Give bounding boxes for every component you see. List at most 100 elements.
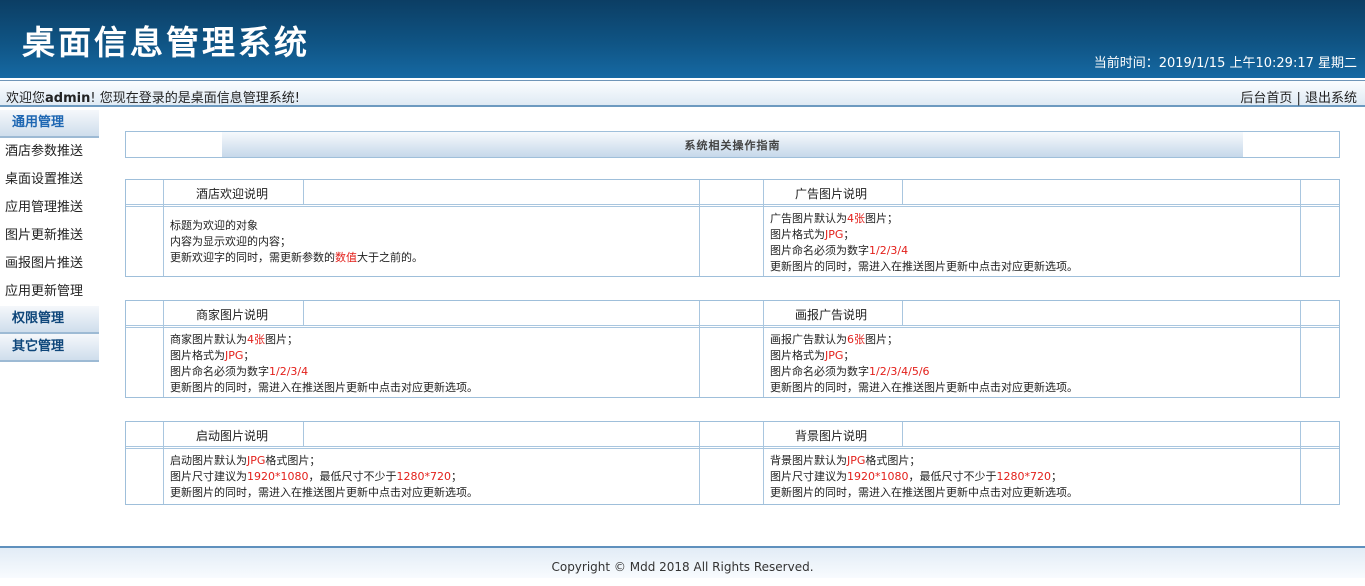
guide-line: 图片格式为JPG； bbox=[770, 227, 1078, 243]
guide-text: 图片命名必须为数字 bbox=[770, 365, 869, 378]
highlight-value: 1280*720 bbox=[996, 470, 1052, 483]
guide-text: ； bbox=[843, 228, 855, 241]
highlight-value: 4张 bbox=[847, 212, 865, 225]
guide-title-box: 系统相关操作指南 bbox=[125, 131, 1340, 158]
highlight-value: 1280*720 bbox=[396, 470, 452, 483]
guide-text: 大于之前的。 bbox=[357, 251, 423, 264]
guide-line: 更新图片的同时，需进入在推送图片更新中点击对应更新选项。 bbox=[770, 380, 1078, 396]
guide-line: 图片格式为JPG； bbox=[170, 348, 478, 364]
highlight-value: JPG bbox=[847, 454, 866, 467]
guide-line: 图片命名必须为数字1/2/3/4 bbox=[170, 364, 478, 380]
username: admin bbox=[45, 91, 91, 106]
guide-text: 图片尺寸建议为 bbox=[770, 470, 847, 483]
guide-text: 商家图片默认为 bbox=[170, 333, 247, 346]
guide-text: 图片； bbox=[265, 333, 298, 346]
welcome-suffix: ! 您现在登录的是桌面信息管理系统! bbox=[90, 91, 300, 106]
guide-text: 图片格式为 bbox=[770, 349, 825, 362]
panel-title-right: 广告图片说明 bbox=[795, 187, 868, 201]
guide-text: 画报广告默认为 bbox=[770, 333, 847, 346]
guide-text: 图片尺寸建议为 bbox=[170, 470, 247, 483]
panel-title-right: 画报广告说明 bbox=[795, 308, 868, 322]
guide-text: 更新图片的同时，需进入在推送图片更新中点击对应更新选项。 bbox=[170, 486, 478, 499]
guide-line: 图片尺寸建议为1920*1080，最低尺寸不少于1280*720； bbox=[770, 469, 1078, 485]
highlight-value: 1/2/3/4 bbox=[869, 244, 909, 257]
sidebar-group-general[interactable]: 通用管理 bbox=[0, 110, 99, 138]
guide-text: 启动图片默认为 bbox=[170, 454, 247, 467]
guide-line: 更新图片的同时，需进入在推送图片更新中点击对应更新选项。 bbox=[170, 485, 478, 501]
guide-text: ； bbox=[1051, 470, 1062, 483]
welcome-bar: 欢迎您admin! 您现在登录的是桌面信息管理系统! 后台首页 | 退出系统 bbox=[0, 80, 1365, 107]
panel-title-left: 商家图片说明 bbox=[196, 308, 269, 322]
panel-title-right: 背景图片说明 bbox=[795, 429, 868, 443]
highlight-value: JPG bbox=[247, 454, 266, 467]
panel-body-left: 商家图片默认为4张图片； 图片格式为JPG； 图片命名必须为数字1/2/3/4 更新图… bbox=[170, 332, 478, 396]
highlight-value: 1/2/3/4 bbox=[269, 365, 309, 378]
guide-line: 图片尺寸建议为1920*1080，最低尺寸不少于1280*720； bbox=[170, 469, 478, 485]
guide-text: 更新图片的同时，需进入在推送图片更新中点击对应更新选项。 bbox=[770, 486, 1078, 499]
guide-panel: 酒店欢迎说明 广告图片说明 标题为欢迎的对象 内容为显示欢迎的内容； 更新欢迎字的同… bbox=[125, 179, 1340, 277]
guide-line: 商家图片默认为4张图片； bbox=[170, 332, 478, 348]
welcome-prefix: 欢迎您 bbox=[6, 91, 46, 106]
guide-text: 图片； bbox=[865, 212, 898, 225]
header-banner: 桌面信息管理系统 当前时间：2019/1/15 上午10:29:17 星期二 bbox=[0, 0, 1365, 78]
app-title: 桌面信息管理系统 bbox=[22, 23, 310, 62]
guide-text: ； bbox=[843, 349, 855, 362]
guide-text: ，最低尺寸不少于 bbox=[308, 470, 397, 483]
guide-text: 格式图片； bbox=[265, 454, 321, 467]
guide-text: 图片命名必须为数字 bbox=[770, 244, 869, 257]
guide-text: 广告图片默认为 bbox=[770, 212, 847, 225]
sidebar-item-app-management[interactable]: 应用管理推送 bbox=[0, 194, 99, 222]
highlight-value: JPG bbox=[825, 349, 844, 362]
guide-text: 图片命名必须为数字 bbox=[170, 365, 269, 378]
guide-text: 内容为显示欢迎的内容； bbox=[170, 235, 291, 248]
guide-text: ； bbox=[243, 349, 255, 362]
panel-body-right: 广告图片默认为4张图片； 图片格式为JPG； 图片命名必须为数字1/2/3/4 更新图… bbox=[770, 211, 1078, 275]
sidebar-item-app-update[interactable]: 应用更新管理 bbox=[0, 278, 99, 306]
guide-text: ，最低尺寸不少于 bbox=[908, 470, 997, 483]
guide-line: 图片命名必须为数字1/2/3/4/5/6 bbox=[770, 364, 1078, 380]
highlight-value: JPG bbox=[825, 228, 844, 241]
guide-line: 更新图片的同时，需进入在推送图片更新中点击对应更新选项。 bbox=[770, 259, 1078, 275]
highlight-value: 数值 bbox=[335, 251, 357, 264]
guide-line: 更新图片的同时，需进入在推送图片更新中点击对应更新选项。 bbox=[770, 485, 1078, 501]
guide-line: 标题为欢迎的对象 bbox=[170, 218, 423, 234]
highlight-value: 6张 bbox=[847, 333, 865, 346]
guide-text: 背景图片默认为 bbox=[770, 454, 847, 467]
highlight-value: 4张 bbox=[247, 333, 265, 346]
guide-line: 图片命名必须为数字1/2/3/4 bbox=[770, 243, 1078, 259]
home-link[interactable]: 后台首页 bbox=[1240, 91, 1292, 106]
link-separator: | bbox=[1292, 91, 1305, 106]
panel-body-right: 背景图片默认为JPG格式图片； 图片尺寸建议为1920*1080，最低尺寸不少于1… bbox=[770, 453, 1078, 501]
guide-line: 启动图片默认为JPG格式图片； bbox=[170, 453, 478, 469]
guide-line: 广告图片默认为4张图片； bbox=[770, 211, 1078, 227]
guide-text: 图片； bbox=[865, 333, 898, 346]
guide-line: 背景图片默认为JPG格式图片； bbox=[770, 453, 1078, 469]
guide-text: 标题为欢迎的对象 bbox=[170, 219, 258, 232]
guide-line: 更新图片的同时，需进入在推送图片更新中点击对应更新选项。 bbox=[170, 380, 478, 396]
welcome-message: 欢迎您admin! 您现在登录的是桌面信息管理系统! bbox=[6, 87, 300, 106]
sidebar-item-hotel-params[interactable]: 酒店参数推送 bbox=[0, 138, 99, 166]
guide-text: 更新图片的同时，需进入在推送图片更新中点击对应更新选项。 bbox=[770, 381, 1078, 394]
guide-line: 画报广告默认为6张图片； bbox=[770, 332, 1078, 348]
sidebar-group-permissions[interactable]: 权限管理 bbox=[0, 306, 99, 334]
top-links: 后台首页 | 退出系统 bbox=[1240, 87, 1357, 106]
sidebar: 通用管理 酒店参数推送 桌面设置推送 应用管理推送 图片更新推送 画报图片推送 … bbox=[0, 110, 99, 362]
guide-line: 更新欢迎字的同时，需更新参数的数值大于之前的。 bbox=[170, 250, 423, 266]
guide-line: 内容为显示欢迎的内容； bbox=[170, 234, 423, 250]
panel-body-right: 画报广告默认为6张图片； 图片格式为JPG； 图片命名必须为数字1/2/3/4/5/… bbox=[770, 332, 1078, 396]
highlight-value: 1920*1080 bbox=[247, 470, 309, 483]
sidebar-item-image-update[interactable]: 图片更新推送 bbox=[0, 222, 99, 250]
highlight-value: 1/2/3/4/5/6 bbox=[869, 365, 930, 378]
guide-line: 图片格式为JPG； bbox=[770, 348, 1078, 364]
panel-body-left: 标题为欢迎的对象内容为显示欢迎的内容； 更新欢迎字的同时，需更新参数的数值大于之前… bbox=[170, 218, 423, 266]
guide-panel: 商家图片说明 画报广告说明 商家图片默认为4张图片； 图片格式为JPG； 图片命名必… bbox=[125, 300, 1340, 398]
guide-text: 更新图片的同时，需进入在推送图片更新中点击对应更新选项。 bbox=[770, 260, 1078, 273]
guide-text: 格式图片； bbox=[865, 454, 921, 467]
sidebar-group-other[interactable]: 其它管理 bbox=[0, 334, 99, 362]
logout-link[interactable]: 退出系统 bbox=[1305, 91, 1357, 106]
guide-title: 系统相关操作指南 bbox=[222, 132, 1243, 157]
sidebar-item-pictorial-images[interactable]: 画报图片推送 bbox=[0, 250, 99, 278]
guide-text: ； bbox=[451, 470, 462, 483]
highlight-value: JPG bbox=[225, 349, 244, 362]
sidebar-item-desktop-settings[interactable]: 桌面设置推送 bbox=[0, 166, 99, 194]
